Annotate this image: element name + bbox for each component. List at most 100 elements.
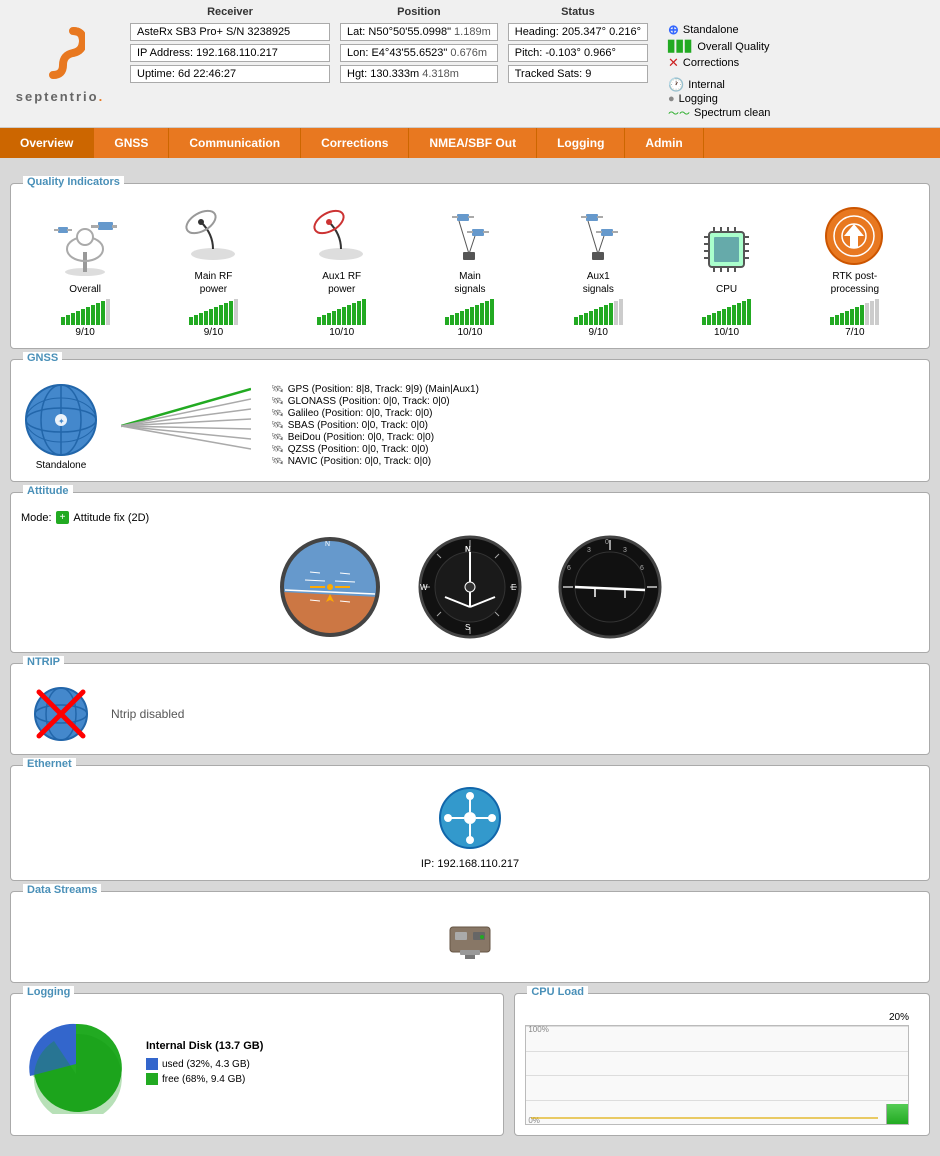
nav-nmea-sbf[interactable]: NMEA/SBF Out	[409, 128, 537, 158]
cpu-current-bar	[886, 1104, 908, 1124]
receiver-model: AsteRx SB3 Pro+ S/N 3238925	[130, 23, 330, 41]
free-legend-label: free (68%, 9.4 GB)	[162, 1074, 245, 1085]
svg-text:6: 6	[567, 565, 571, 572]
status-overall-quality: ▊▊▊ Overall Quality	[668, 40, 770, 53]
status-spectrum-clean: 〜〜 Spectrum clean	[668, 105, 770, 121]
qzss-sat-icon: 🛰	[271, 444, 284, 455]
quality-aux1-signals: Aux1 signals 9/10	[566, 204, 631, 338]
logging-title: Logging	[23, 986, 74, 998]
gnss-qzss-text: QZSS (Position: 0|0, Track: 0|0)	[288, 444, 429, 455]
standalone-icon: ⊕	[668, 22, 679, 38]
nav-overview[interactable]: Overview	[0, 128, 94, 158]
logging-label: Logging	[679, 93, 718, 105]
signal-lines-svg	[121, 381, 251, 471]
standalone-label: Standalone	[683, 24, 739, 36]
internal-clock-icon: 🕐	[668, 77, 684, 93]
globe-container: ✦ Standalone	[21, 380, 101, 471]
cpu-grid-50	[526, 1075, 908, 1076]
ethernet-title: Ethernet	[23, 758, 76, 770]
ntrip-title: NTRIP	[23, 656, 64, 668]
gnss-panel: GNSS ✦ Standalone	[10, 359, 930, 482]
nav-logging[interactable]: Logging	[537, 128, 625, 158]
gnss-content: ✦ Standalone 🛰 GPS (Position: 8|8, Tr	[21, 370, 919, 471]
quality-overall-icon	[53, 217, 118, 282]
gnss-qzss: 🛰 QZSS (Position: 0|0, Track: 0|0)	[271, 444, 479, 455]
quality-cpu-score: 10/10	[714, 327, 739, 338]
quality-indicators-panel: Quality Indicators	[10, 183, 930, 349]
cpu-grid-25	[526, 1100, 908, 1101]
spectrum-clean-label: Spectrum clean	[694, 107, 770, 119]
quality-aux1-rf-score: 10/10	[329, 327, 354, 338]
hgt-field: Hgt: 130.333m 4.318m	[340, 65, 498, 83]
corrections-icon: ✕	[668, 55, 679, 71]
datastreams-title: Data Streams	[23, 884, 101, 896]
status-fields-col: Status Heading: 205.347° 0.216° Pitch: -…	[508, 6, 648, 121]
navic-sat-icon: 🛰	[271, 456, 284, 467]
svg-text:3: 3	[623, 547, 627, 554]
quality-aux1-signals-label: Aux1	[587, 271, 610, 282]
logging-pie-chart	[21, 1014, 131, 1114]
quality-cpu-bars	[702, 299, 751, 325]
quality-aux1-rf-label: Aux1 RF	[322, 271, 361, 282]
quality-cpu-label: CPU	[716, 284, 737, 295]
cpuload-title: CPU Load	[527, 986, 588, 998]
quality-overall: Overall 9/10	[53, 217, 118, 338]
ntrip-icon-container	[31, 684, 91, 744]
svg-text:3: 3	[587, 547, 591, 554]
quality-aux1-rf: Aux1 RF power 10/10	[309, 204, 374, 338]
internal-label: Internal	[688, 79, 725, 91]
ethernet-panel: Ethernet IP: 192.168.110.217	[10, 765, 930, 881]
logo-icon	[35, 23, 85, 89]
lat-field: Lat: N50°50'55.0998" 1.189m	[340, 23, 498, 41]
quality-aux1-rf-bars	[317, 299, 366, 325]
ntrip-content: Ntrip disabled	[21, 674, 919, 744]
status-standalone: ⊕ Standalone	[668, 22, 770, 38]
status-corrections: ✕ Corrections	[668, 55, 770, 71]
disk-label: Internal Disk (13.7 GB)	[146, 1040, 263, 1052]
header-info: Receiver AsteRx SB3 Pro+ S/N 3238925 IP …	[130, 6, 930, 121]
roll-gauge: 3 0 3 6 6	[555, 532, 665, 642]
cpu-chart-area: 100% 0%	[525, 1025, 909, 1125]
quality-cpu-icon	[694, 217, 759, 282]
quality-overall-score: 9/10	[75, 327, 94, 338]
nav-corrections[interactable]: Corrections	[301, 128, 409, 158]
attitude-mode-icon: +	[56, 511, 70, 524]
uptime: Uptime: 6d 22:46:27	[130, 65, 330, 83]
overall-quality-icon: ▊▊▊	[668, 40, 693, 53]
cpu-history-line	[531, 1117, 878, 1119]
quality-main-signals-score: 10/10	[457, 327, 482, 338]
svg-text:✦: ✦	[58, 417, 65, 426]
quality-grid: Overall 9/10	[21, 194, 919, 338]
quality-rtk-icon	[822, 204, 887, 269]
quality-aux1-signals-icon	[566, 204, 631, 269]
ethernet-content: IP: 192.168.110.217	[21, 776, 919, 870]
nav-gnss[interactable]: GNSS	[94, 128, 169, 158]
gnss-satellite-list: 🛰 GPS (Position: 8|8, Track: 9|9) (Main|…	[271, 384, 479, 467]
lon-err: 0.676m	[450, 47, 487, 59]
lon-field: Lon: E4°43'55.6523" 0.676m	[340, 44, 498, 62]
cpuload-panel: CPU Load 20% 100% 0%	[514, 993, 930, 1136]
position-col: Position Lat: N50°50'55.0998" 1.189m Lon…	[340, 6, 498, 121]
logging-panel: Logging	[10, 993, 504, 1136]
logging-content: Internal Disk (13.7 GB) used (32%, 4.3 G…	[21, 1004, 493, 1114]
gnss-gps: 🛰 GPS (Position: 8|8, Track: 9|9) (Main|…	[271, 384, 479, 395]
attitude-instruments: N	[21, 532, 919, 642]
gnss-sbas-text: SBAS (Position: 0|0, Track: 0|0)	[288, 420, 428, 431]
gps-sat-icon: 🛰	[271, 384, 284, 395]
svg-text:S: S	[465, 623, 470, 632]
quality-main-rf-score: 9/10	[204, 327, 223, 338]
nav-admin[interactable]: Admin	[625, 128, 703, 158]
quality-main-signals-bars	[445, 299, 494, 325]
gnss-glonass: 🛰 GLONASS (Position: 0|0, Track: 0|0)	[271, 396, 479, 407]
receiver-title: Receiver	[130, 6, 330, 18]
quality-rtk-bars	[830, 299, 879, 325]
quality-aux1-signals-bars	[574, 299, 623, 325]
gnss-glonass-text: GLONASS (Position: 0|0, Track: 0|0)	[288, 396, 450, 407]
tracked-sats-field: Tracked Sats: 9	[508, 65, 648, 83]
nav-communication[interactable]: Communication	[169, 128, 301, 158]
gnss-galileo-text: Galileo (Position: 0|0, Track: 0|0)	[288, 408, 433, 419]
bottom-row: Logging	[10, 993, 930, 1146]
cpu-grid-100	[526, 1026, 908, 1027]
status-fields-title: Status	[508, 6, 648, 18]
gnss-gps-text: GPS (Position: 8|8, Track: 9|9) (Main|Au…	[288, 384, 479, 395]
